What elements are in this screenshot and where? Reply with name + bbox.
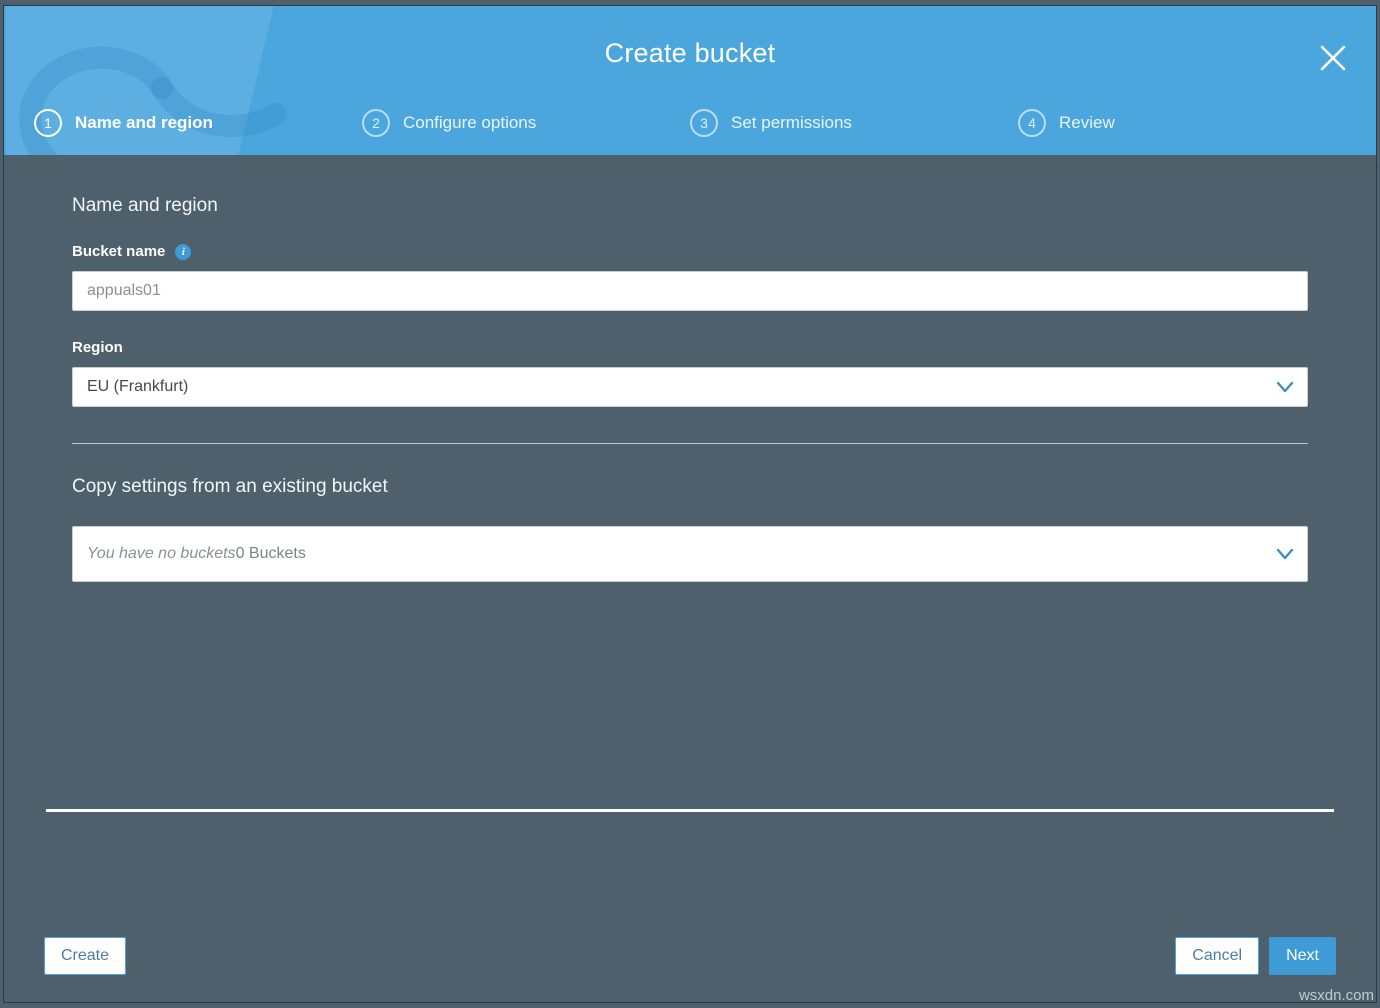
- step-number: 4: [1018, 109, 1046, 137]
- copy-settings-select[interactable]: You have no buckets0 Buckets: [72, 526, 1308, 582]
- step-label: Configure options: [403, 113, 536, 133]
- bucket-name-label: Bucket name i: [72, 243, 1308, 260]
- region-select-wrapper: EU (Frankfurt): [72, 367, 1308, 407]
- region-label: Region: [72, 339, 1308, 356]
- region-selected-value: EU (Frankfurt): [87, 378, 188, 396]
- bucket-name-input[interactable]: [72, 271, 1308, 311]
- step-label: Set permissions: [731, 113, 852, 133]
- create-bucket-dialog: Create bucket 1 Name and region 2 Config…: [4, 6, 1376, 1002]
- region-label-text: Region: [72, 339, 123, 356]
- bucket-name-field: Bucket name i: [72, 243, 1308, 311]
- footer-right-actions: Cancel Next: [1175, 937, 1336, 975]
- close-icon[interactable]: [1312, 37, 1354, 79]
- bucket-name-label-text: Bucket name: [72, 243, 165, 260]
- copy-settings-count-text: 0 Buckets: [236, 545, 306, 563]
- step-name-and-region[interactable]: 1 Name and region: [34, 109, 362, 137]
- dialog-header: Create bucket 1 Name and region 2 Config…: [4, 6, 1376, 155]
- region-field: Region EU (Frankfurt): [72, 339, 1308, 407]
- step-set-permissions[interactable]: 3 Set permissions: [690, 109, 1018, 137]
- site-watermark: wsxdn.com: [1299, 987, 1374, 1004]
- footer-divider: [46, 809, 1334, 812]
- copy-settings-empty-text: You have no buckets: [87, 545, 236, 563]
- step-label: Review: [1059, 113, 1115, 133]
- next-button[interactable]: Next: [1269, 937, 1336, 975]
- copy-settings-select-wrapper: You have no buckets0 Buckets: [72, 526, 1308, 582]
- create-button[interactable]: Create: [44, 937, 126, 975]
- step-review[interactable]: 4 Review: [1018, 109, 1346, 137]
- dialog-footer: Create Cancel Next: [4, 910, 1376, 1002]
- step-number: 3: [690, 109, 718, 137]
- step-number: 2: [362, 109, 390, 137]
- section-title-copy-settings: Copy settings from an existing bucket: [72, 476, 1308, 498]
- step-indicator: 1 Name and region 2 Configure options 3 …: [4, 109, 1376, 137]
- dialog-title: Create bucket: [4, 38, 1376, 69]
- info-icon[interactable]: i: [175, 244, 191, 260]
- step-label: Name and region: [75, 113, 213, 133]
- section-divider: [72, 443, 1308, 444]
- cancel-button[interactable]: Cancel: [1175, 937, 1259, 975]
- region-select[interactable]: EU (Frankfurt): [72, 367, 1308, 407]
- step-number: 1: [34, 109, 62, 137]
- dialog-body: Name and region Bucket name i Region EU …: [4, 155, 1376, 910]
- section-title-name-and-region: Name and region: [72, 155, 1308, 217]
- step-configure-options[interactable]: 2 Configure options: [362, 109, 690, 137]
